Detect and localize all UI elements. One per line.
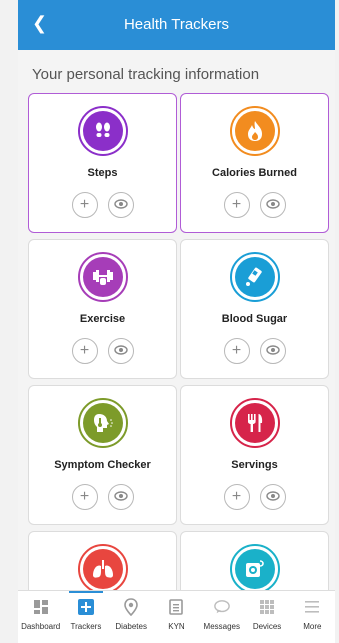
tracker-card-blood-sugar[interactable]: Blood Sugar + [180,239,329,379]
add-entry-button[interactable]: + [223,338,250,364]
tracker-label: Servings [231,459,278,471]
view-entries-button[interactable] [107,192,134,218]
tracker-card-servings[interactable]: Servings + [180,385,329,525]
view-entries-button[interactable] [259,192,286,218]
eye-icon [265,342,280,360]
flame-icon [234,111,275,151]
tracker-card-steps[interactable]: Steps + [28,93,177,233]
tab-label: Trackers [70,622,102,631]
app-header: ❮ Health Trackers [18,0,335,50]
tab-messages[interactable]: Messages [199,591,244,643]
tracker-icon-ring [77,252,128,302]
tab-label: Dashboard [21,622,61,631]
tracker-icon-ring [229,544,280,590]
add-entry-button[interactable]: + [223,484,250,510]
tracker-card-exercise[interactable]: Exercise + [28,239,177,379]
tracker-label: Steps [87,167,118,179]
tab-label: Diabetes [115,622,147,631]
dumbbell-icon [82,257,123,297]
eye-icon [113,342,128,360]
chat-icon [213,599,230,615]
dashboard-icon [33,599,49,615]
tracker-icon-ring [229,106,280,156]
blood-pressure-icon [234,549,275,589]
document-icon [168,599,184,615]
tab-label: Devices [252,622,282,631]
tracker-icon-ring [229,398,280,448]
bottom-tab-bar: Dashboard Trackers Diabetes KYN Messages… [18,590,335,643]
tracker-label: Calories Burned [212,167,297,179]
tab-kyn[interactable]: KYN [154,591,199,643]
view-entries-button[interactable] [107,338,134,364]
add-entry-button[interactable]: + [223,192,250,218]
view-entries-button[interactable] [107,484,134,510]
fork-knife-icon [234,403,275,443]
tracker-card-symptom-checker[interactable]: Symptom Checker + [28,385,177,525]
lungs-icon [82,549,123,589]
tracker-label: Blood Sugar [221,313,288,325]
view-entries-button[interactable] [259,338,286,364]
tracker-icon-ring [77,398,128,448]
tracker-label: Exercise [79,313,126,325]
tracker-icon-ring [77,106,128,156]
tab-label: KYN [168,622,185,631]
plus-square-icon [77,599,94,615]
glucose-meter-icon [234,257,275,297]
menu-icon [304,599,320,615]
footprints-icon [82,111,123,151]
tracker-card-lungs[interactable] [28,531,177,590]
tracker-label: Symptom Checker [54,459,151,471]
add-entry-button[interactable]: + [71,192,98,218]
tracker-icon-ring [229,252,280,302]
page-title: Health Trackers [123,16,230,33]
eye-icon [113,488,128,506]
tab-devices[interactable]: Devices [244,591,289,643]
tab-trackers[interactable]: Trackers [63,591,108,643]
add-entry-button[interactable]: + [71,338,98,364]
view-entries-button[interactable] [259,484,286,510]
trackers-panel: Your personal tracking information Steps… [18,50,335,590]
eye-icon [265,196,280,214]
tracker-icon-ring [77,544,128,590]
add-entry-button[interactable]: + [71,484,98,510]
location-pin-icon [123,598,139,616]
section-subtitle: Your personal tracking information [32,66,260,83]
tab-dashboard[interactable]: Dashboard [18,591,63,643]
tracker-card-calories-burned[interactable]: Calories Burned + [180,93,329,233]
grid-icon [259,599,275,615]
tracker-card-blood-pressure[interactable] [180,531,329,590]
tab-label: More [303,622,322,631]
eye-icon [113,196,128,214]
eye-icon [265,488,280,506]
thermometer-head-icon [82,403,123,443]
tab-label: Messages [203,622,240,631]
tab-diabetes[interactable]: Diabetes [109,591,154,643]
tab-more[interactable]: More [290,591,335,643]
